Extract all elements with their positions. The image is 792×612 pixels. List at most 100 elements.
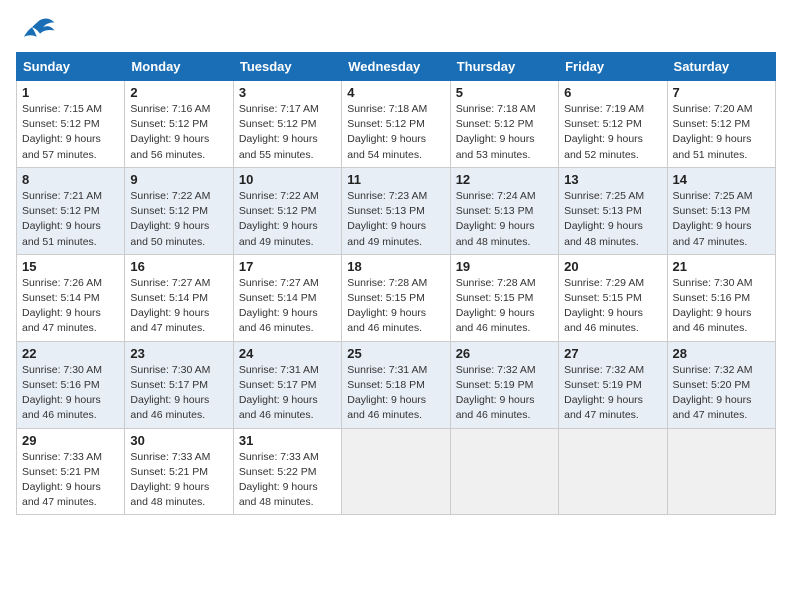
calendar-day-cell: 30 Sunrise: 7:33 AM Sunset: 5:21 PM Dayl…	[125, 428, 233, 515]
calendar-day-cell: 31 Sunrise: 7:33 AM Sunset: 5:22 PM Dayl…	[233, 428, 341, 515]
calendar-day-cell: 6 Sunrise: 7:19 AM Sunset: 5:12 PM Dayli…	[559, 81, 667, 168]
day-number: 13	[564, 172, 661, 187]
day-info: Sunrise: 7:31 AM Sunset: 5:17 PM Dayligh…	[239, 363, 336, 424]
day-info: Sunrise: 7:28 AM Sunset: 5:15 PM Dayligh…	[456, 276, 553, 337]
calendar-day-cell: 26 Sunrise: 7:32 AM Sunset: 5:19 PM Dayl…	[450, 341, 558, 428]
day-info: Sunrise: 7:18 AM Sunset: 5:12 PM Dayligh…	[456, 102, 553, 163]
day-number: 8	[22, 172, 119, 187]
day-info: Sunrise: 7:19 AM Sunset: 5:12 PM Dayligh…	[564, 102, 661, 163]
day-number: 22	[22, 346, 119, 361]
calendar-week-row: 22 Sunrise: 7:30 AM Sunset: 5:16 PM Dayl…	[17, 341, 776, 428]
calendar-day-cell: 23 Sunrise: 7:30 AM Sunset: 5:17 PM Dayl…	[125, 341, 233, 428]
calendar-week-row: 15 Sunrise: 7:26 AM Sunset: 5:14 PM Dayl…	[17, 254, 776, 341]
calendar-table: Sunday Monday Tuesday Wednesday Thursday…	[16, 52, 776, 515]
day-info: Sunrise: 7:20 AM Sunset: 5:12 PM Dayligh…	[673, 102, 770, 163]
calendar-day-cell: 11 Sunrise: 7:23 AM Sunset: 5:13 PM Dayl…	[342, 167, 450, 254]
day-info: Sunrise: 7:18 AM Sunset: 5:12 PM Dayligh…	[347, 102, 444, 163]
calendar-day-cell: 16 Sunrise: 7:27 AM Sunset: 5:14 PM Dayl…	[125, 254, 233, 341]
day-number: 15	[22, 259, 119, 274]
day-number: 30	[130, 433, 227, 448]
day-info: Sunrise: 7:30 AM Sunset: 5:16 PM Dayligh…	[22, 363, 119, 424]
day-number: 1	[22, 85, 119, 100]
header-saturday: Saturday	[667, 53, 775, 81]
day-info: Sunrise: 7:33 AM Sunset: 5:21 PM Dayligh…	[22, 450, 119, 511]
calendar-day-cell	[667, 428, 775, 515]
day-number: 9	[130, 172, 227, 187]
day-info: Sunrise: 7:30 AM Sunset: 5:16 PM Dayligh…	[673, 276, 770, 337]
day-info: Sunrise: 7:22 AM Sunset: 5:12 PM Dayligh…	[130, 189, 227, 250]
calendar-day-cell: 24 Sunrise: 7:31 AM Sunset: 5:17 PM Dayl…	[233, 341, 341, 428]
day-number: 26	[456, 346, 553, 361]
header-monday: Monday	[125, 53, 233, 81]
calendar-day-cell: 3 Sunrise: 7:17 AM Sunset: 5:12 PM Dayli…	[233, 81, 341, 168]
calendar-day-cell: 12 Sunrise: 7:24 AM Sunset: 5:13 PM Dayl…	[450, 167, 558, 254]
calendar-week-row: 8 Sunrise: 7:21 AM Sunset: 5:12 PM Dayli…	[17, 167, 776, 254]
header-wednesday: Wednesday	[342, 53, 450, 81]
day-number: 16	[130, 259, 227, 274]
day-info: Sunrise: 7:32 AM Sunset: 5:20 PM Dayligh…	[673, 363, 770, 424]
calendar-header-row: Sunday Monday Tuesday Wednesday Thursday…	[17, 53, 776, 81]
day-number: 5	[456, 85, 553, 100]
day-info: Sunrise: 7:17 AM Sunset: 5:12 PM Dayligh…	[239, 102, 336, 163]
day-number: 6	[564, 85, 661, 100]
calendar-day-cell: 15 Sunrise: 7:26 AM Sunset: 5:14 PM Dayl…	[17, 254, 125, 341]
day-info: Sunrise: 7:24 AM Sunset: 5:13 PM Dayligh…	[456, 189, 553, 250]
day-number: 24	[239, 346, 336, 361]
day-number: 4	[347, 85, 444, 100]
day-number: 27	[564, 346, 661, 361]
day-info: Sunrise: 7:32 AM Sunset: 5:19 PM Dayligh…	[564, 363, 661, 424]
calendar-day-cell: 22 Sunrise: 7:30 AM Sunset: 5:16 PM Dayl…	[17, 341, 125, 428]
calendar-day-cell: 10 Sunrise: 7:22 AM Sunset: 5:12 PM Dayl…	[233, 167, 341, 254]
day-info: Sunrise: 7:31 AM Sunset: 5:18 PM Dayligh…	[347, 363, 444, 424]
header-thursday: Thursday	[450, 53, 558, 81]
day-info: Sunrise: 7:27 AM Sunset: 5:14 PM Dayligh…	[130, 276, 227, 337]
calendar-day-cell	[450, 428, 558, 515]
day-number: 17	[239, 259, 336, 274]
calendar-week-row: 1 Sunrise: 7:15 AM Sunset: 5:12 PM Dayli…	[17, 81, 776, 168]
calendar-day-cell: 13 Sunrise: 7:25 AM Sunset: 5:13 PM Dayl…	[559, 167, 667, 254]
calendar-day-cell: 27 Sunrise: 7:32 AM Sunset: 5:19 PM Dayl…	[559, 341, 667, 428]
day-number: 10	[239, 172, 336, 187]
day-number: 21	[673, 259, 770, 274]
day-info: Sunrise: 7:15 AM Sunset: 5:12 PM Dayligh…	[22, 102, 119, 163]
day-info: Sunrise: 7:30 AM Sunset: 5:17 PM Dayligh…	[130, 363, 227, 424]
calendar-week-row: 29 Sunrise: 7:33 AM Sunset: 5:21 PM Dayl…	[17, 428, 776, 515]
day-info: Sunrise: 7:25 AM Sunset: 5:13 PM Dayligh…	[564, 189, 661, 250]
day-info: Sunrise: 7:33 AM Sunset: 5:22 PM Dayligh…	[239, 450, 336, 511]
calendar-day-cell: 19 Sunrise: 7:28 AM Sunset: 5:15 PM Dayl…	[450, 254, 558, 341]
day-number: 25	[347, 346, 444, 361]
calendar-day-cell: 7 Sunrise: 7:20 AM Sunset: 5:12 PM Dayli…	[667, 81, 775, 168]
day-number: 18	[347, 259, 444, 274]
calendar-day-cell: 14 Sunrise: 7:25 AM Sunset: 5:13 PM Dayl…	[667, 167, 775, 254]
calendar-day-cell: 18 Sunrise: 7:28 AM Sunset: 5:15 PM Dayl…	[342, 254, 450, 341]
calendar-day-cell	[342, 428, 450, 515]
calendar-day-cell: 21 Sunrise: 7:30 AM Sunset: 5:16 PM Dayl…	[667, 254, 775, 341]
calendar-day-cell: 20 Sunrise: 7:29 AM Sunset: 5:15 PM Dayl…	[559, 254, 667, 341]
calendar-day-cell: 8 Sunrise: 7:21 AM Sunset: 5:12 PM Dayli…	[17, 167, 125, 254]
day-info: Sunrise: 7:25 AM Sunset: 5:13 PM Dayligh…	[673, 189, 770, 250]
logo-icon	[16, 16, 56, 44]
day-info: Sunrise: 7:23 AM Sunset: 5:13 PM Dayligh…	[347, 189, 444, 250]
day-number: 12	[456, 172, 553, 187]
calendar-day-cell: 29 Sunrise: 7:33 AM Sunset: 5:21 PM Dayl…	[17, 428, 125, 515]
calendar-day-cell: 17 Sunrise: 7:27 AM Sunset: 5:14 PM Dayl…	[233, 254, 341, 341]
calendar-day-cell: 2 Sunrise: 7:16 AM Sunset: 5:12 PM Dayli…	[125, 81, 233, 168]
day-number: 31	[239, 433, 336, 448]
day-info: Sunrise: 7:21 AM Sunset: 5:12 PM Dayligh…	[22, 189, 119, 250]
calendar-day-cell: 1 Sunrise: 7:15 AM Sunset: 5:12 PM Dayli…	[17, 81, 125, 168]
day-info: Sunrise: 7:16 AM Sunset: 5:12 PM Dayligh…	[130, 102, 227, 163]
day-info: Sunrise: 7:28 AM Sunset: 5:15 PM Dayligh…	[347, 276, 444, 337]
calendar-day-cell: 28 Sunrise: 7:32 AM Sunset: 5:20 PM Dayl…	[667, 341, 775, 428]
header-friday: Friday	[559, 53, 667, 81]
calendar-day-cell: 9 Sunrise: 7:22 AM Sunset: 5:12 PM Dayli…	[125, 167, 233, 254]
day-number: 2	[130, 85, 227, 100]
day-info: Sunrise: 7:26 AM Sunset: 5:14 PM Dayligh…	[22, 276, 119, 337]
day-info: Sunrise: 7:27 AM Sunset: 5:14 PM Dayligh…	[239, 276, 336, 337]
day-info: Sunrise: 7:33 AM Sunset: 5:21 PM Dayligh…	[130, 450, 227, 511]
day-number: 14	[673, 172, 770, 187]
header-tuesday: Tuesday	[233, 53, 341, 81]
day-number: 19	[456, 259, 553, 274]
day-number: 28	[673, 346, 770, 361]
day-info: Sunrise: 7:32 AM Sunset: 5:19 PM Dayligh…	[456, 363, 553, 424]
calendar-day-cell: 4 Sunrise: 7:18 AM Sunset: 5:12 PM Dayli…	[342, 81, 450, 168]
